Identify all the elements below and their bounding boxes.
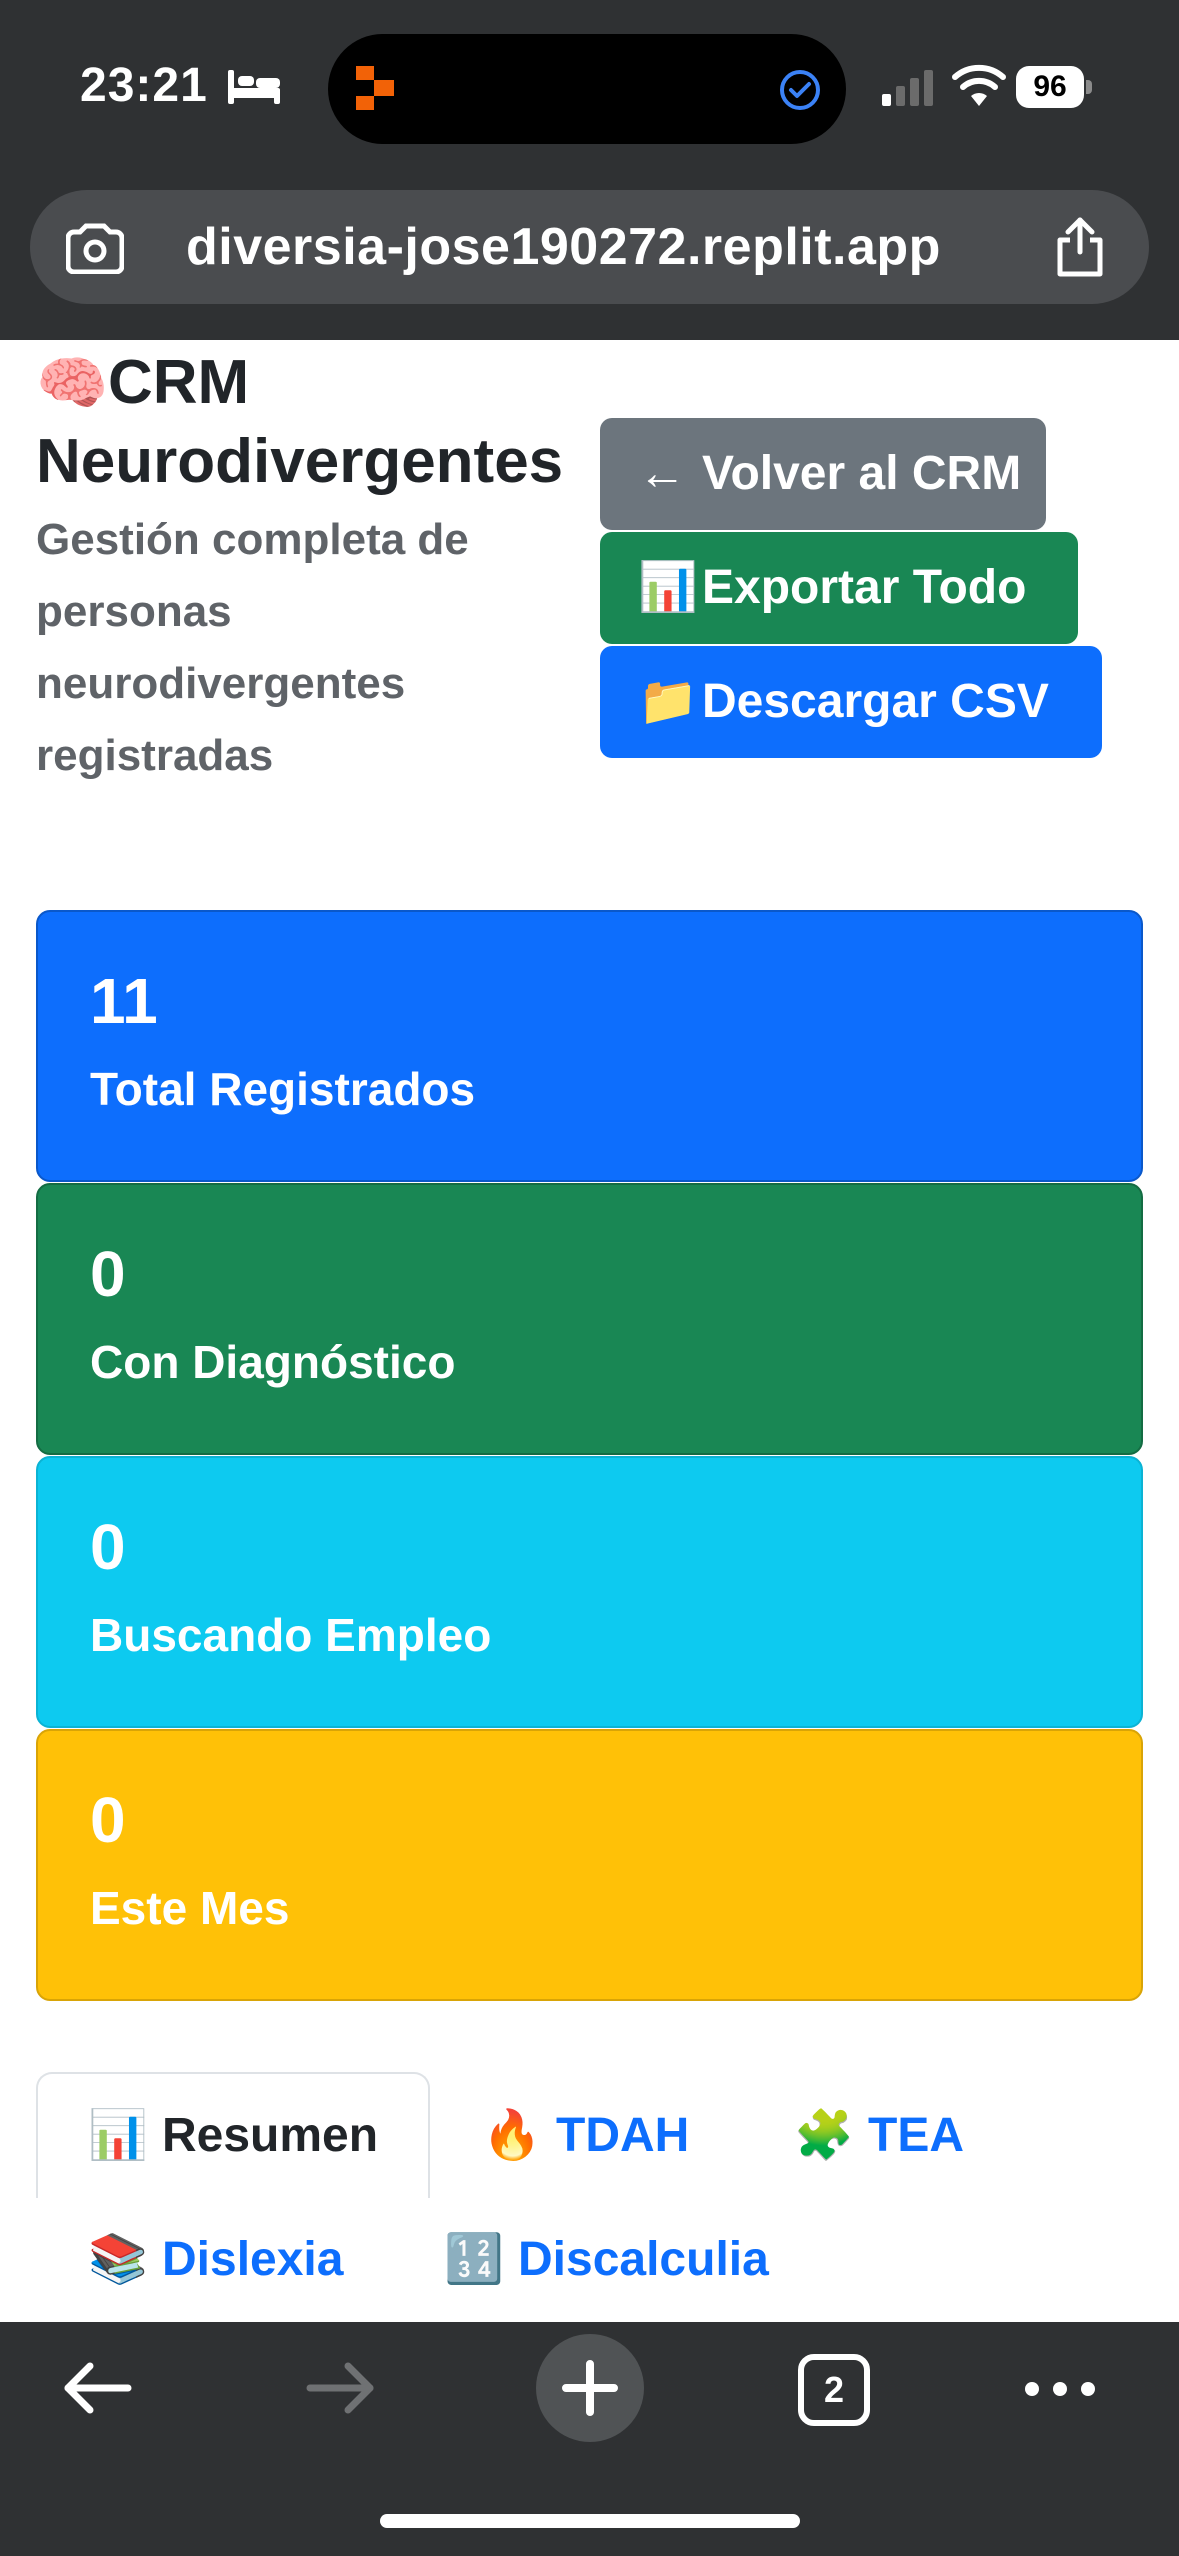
wifi-icon xyxy=(952,64,1006,106)
dynamic-island xyxy=(328,34,846,144)
address-bar[interactable]: diversia-jose190272.replit.app xyxy=(30,190,1149,304)
books-icon: 📚 xyxy=(88,2233,148,2286)
stat-card-this-month: 0 Este Mes xyxy=(36,1729,1143,2001)
bed-icon xyxy=(228,70,280,104)
download-csv-label: Descargar CSV xyxy=(702,675,1049,728)
page-title: 🧠CRM Neurodivergentes xyxy=(36,344,636,501)
tab-tdah[interactable]: 🔥 TDAH xyxy=(482,2106,689,2163)
forward-arrow-icon[interactable] xyxy=(304,2358,380,2418)
tab-resumen[interactable]: 📊 Resumen xyxy=(88,2106,378,2163)
more-icon[interactable] xyxy=(1022,2374,1098,2404)
app-activity-icon xyxy=(356,66,394,110)
back-to-crm-label: Volver al CRM xyxy=(702,447,1022,500)
url-text[interactable]: diversia-jose190272.replit.app xyxy=(186,217,941,277)
new-tab-button[interactable] xyxy=(536,2334,644,2442)
export-all-button[interactable]: 📊Exportar Todo xyxy=(600,532,1078,644)
stat-value: 0 xyxy=(90,1511,126,1583)
download-csv-button[interactable]: 📁Descargar CSV xyxy=(600,646,1102,758)
tab-switcher-button[interactable]: 2 xyxy=(798,2354,870,2426)
tab-dislexia[interactable]: 📚 Dislexia xyxy=(88,2230,343,2287)
bar-chart-icon: 📊 xyxy=(88,2109,148,2162)
tab-tea[interactable]: 🧩 TEA xyxy=(794,2106,964,2163)
stat-label: Total Registrados xyxy=(90,1063,476,1115)
brain-icon: 🧠 xyxy=(36,351,109,416)
tab-label: TDAH xyxy=(556,2109,690,2162)
plus-icon xyxy=(562,2360,618,2416)
stat-card-job-seeking: 0 Buscando Empleo xyxy=(36,1456,1143,1728)
page-subtitle: Gestión completa de personas neurodiverg… xyxy=(36,515,469,780)
fire-icon: 🔥 xyxy=(482,2109,542,2162)
stat-card-diagnosis: 0 Con Diagnóstico xyxy=(36,1183,1143,1455)
browser-top-chrome: 23:21 96 diversia-jose190272.replit.app xyxy=(0,0,1179,340)
tab-label: Dislexia xyxy=(162,2233,344,2286)
check-circle-icon xyxy=(780,70,820,110)
export-all-label: Exportar Todo xyxy=(702,561,1027,614)
home-indicator xyxy=(380,2514,800,2528)
stat-value: 0 xyxy=(90,1238,126,1310)
stat-value: 0 xyxy=(90,1784,126,1856)
puzzle-icon: 🧩 xyxy=(794,2109,854,2162)
back-to-crm-button[interactable]: ← Volver al CRM xyxy=(600,418,1046,530)
stat-label: Este Mes xyxy=(90,1882,290,1934)
left-arrow-icon: ← xyxy=(638,447,686,500)
tab-label: Resumen xyxy=(162,2109,379,2162)
lens-icon[interactable] xyxy=(66,222,124,274)
battery-level: 96 xyxy=(1016,66,1084,108)
tab-label: TEA xyxy=(868,2109,964,2162)
share-icon[interactable] xyxy=(1050,216,1110,278)
status-time: 23:21 xyxy=(80,59,208,112)
tab-discalculia[interactable]: 🔢 Discalculia xyxy=(444,2230,769,2287)
bar-chart-icon: 📊 xyxy=(638,561,698,614)
signal-icon xyxy=(882,70,933,106)
stat-label: Buscando Empleo xyxy=(90,1609,492,1661)
stat-label: Con Diagnóstico xyxy=(90,1336,456,1388)
stat-value: 11 xyxy=(90,965,158,1037)
page-title-text: CRM Neurodivergentes xyxy=(36,348,564,496)
tab-label: Discalculia xyxy=(518,2233,769,2286)
stat-card-total: 11 Total Registrados xyxy=(36,910,1143,1182)
folder-icon: 📁 xyxy=(638,675,698,728)
back-arrow-icon[interactable] xyxy=(58,2358,134,2418)
battery-indicator: 96 xyxy=(1016,66,1092,108)
numbers-icon: 🔢 xyxy=(444,2233,504,2286)
